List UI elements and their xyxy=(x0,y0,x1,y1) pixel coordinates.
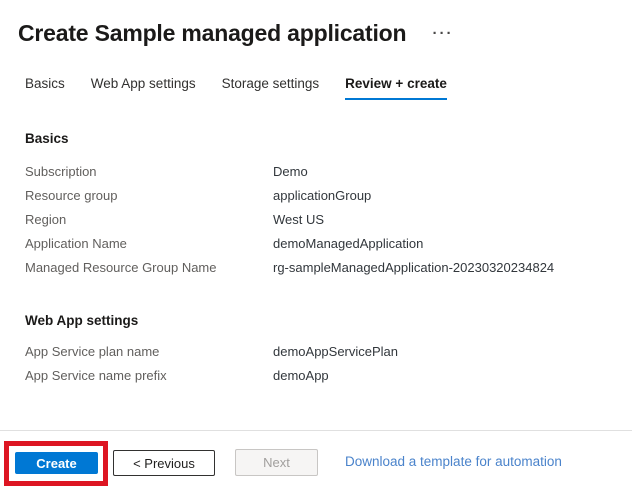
review-row-subscription: Subscription Demo xyxy=(25,160,554,184)
review-row-resource-group: Resource group applicationGroup xyxy=(25,184,554,208)
field-value: West US xyxy=(273,208,324,232)
section-heading-web-app-settings: Web App settings xyxy=(25,313,138,328)
previous-button[interactable]: < Previous xyxy=(113,450,215,476)
next-button[interactable]: Next xyxy=(235,449,318,476)
field-value: applicationGroup xyxy=(273,184,371,208)
field-label: App Service plan name xyxy=(25,340,273,364)
web-app-review-list: App Service plan name demoAppServicePlan… xyxy=(25,340,398,388)
more-options-icon[interactable]: ··· xyxy=(430,24,456,44)
tab-bar: Basics Web App settings Storage settings… xyxy=(25,76,447,100)
field-value: Demo xyxy=(273,160,308,184)
review-row-region: Region West US xyxy=(25,208,554,232)
tab-basics[interactable]: Basics xyxy=(25,76,65,100)
field-label: Region xyxy=(25,208,273,232)
review-row-app-service-plan: App Service plan name demoAppServicePlan xyxy=(25,340,398,364)
section-heading-basics: Basics xyxy=(25,131,69,146)
tab-review-create[interactable]: Review + create xyxy=(345,76,447,100)
create-button[interactable]: Create xyxy=(15,452,98,474)
field-label: Managed Resource Group Name xyxy=(25,256,273,280)
tab-storage-settings[interactable]: Storage settings xyxy=(222,76,320,100)
field-label: Resource group xyxy=(25,184,273,208)
field-label: Subscription xyxy=(25,160,273,184)
field-value: demoAppServicePlan xyxy=(273,340,398,364)
field-value: rg-sampleManagedApplication-202303202348… xyxy=(273,256,554,280)
review-row-app-service-prefix: App Service name prefix demoApp xyxy=(25,364,398,388)
tab-web-app-settings[interactable]: Web App settings xyxy=(91,76,196,100)
review-row-managed-resource-group: Managed Resource Group Name rg-sampleMan… xyxy=(25,256,554,280)
basics-review-list: Subscription Demo Resource group applica… xyxy=(25,160,554,280)
field-label: Application Name xyxy=(25,232,273,256)
footer-divider xyxy=(0,430,632,431)
page-title: Create Sample managed application xyxy=(18,20,406,47)
field-label: App Service name prefix xyxy=(25,364,273,388)
download-template-link[interactable]: Download a template for automation xyxy=(345,454,562,469)
field-value: demoManagedApplication xyxy=(273,232,423,256)
field-value: demoApp xyxy=(273,364,329,388)
review-row-application-name: Application Name demoManagedApplication xyxy=(25,232,554,256)
